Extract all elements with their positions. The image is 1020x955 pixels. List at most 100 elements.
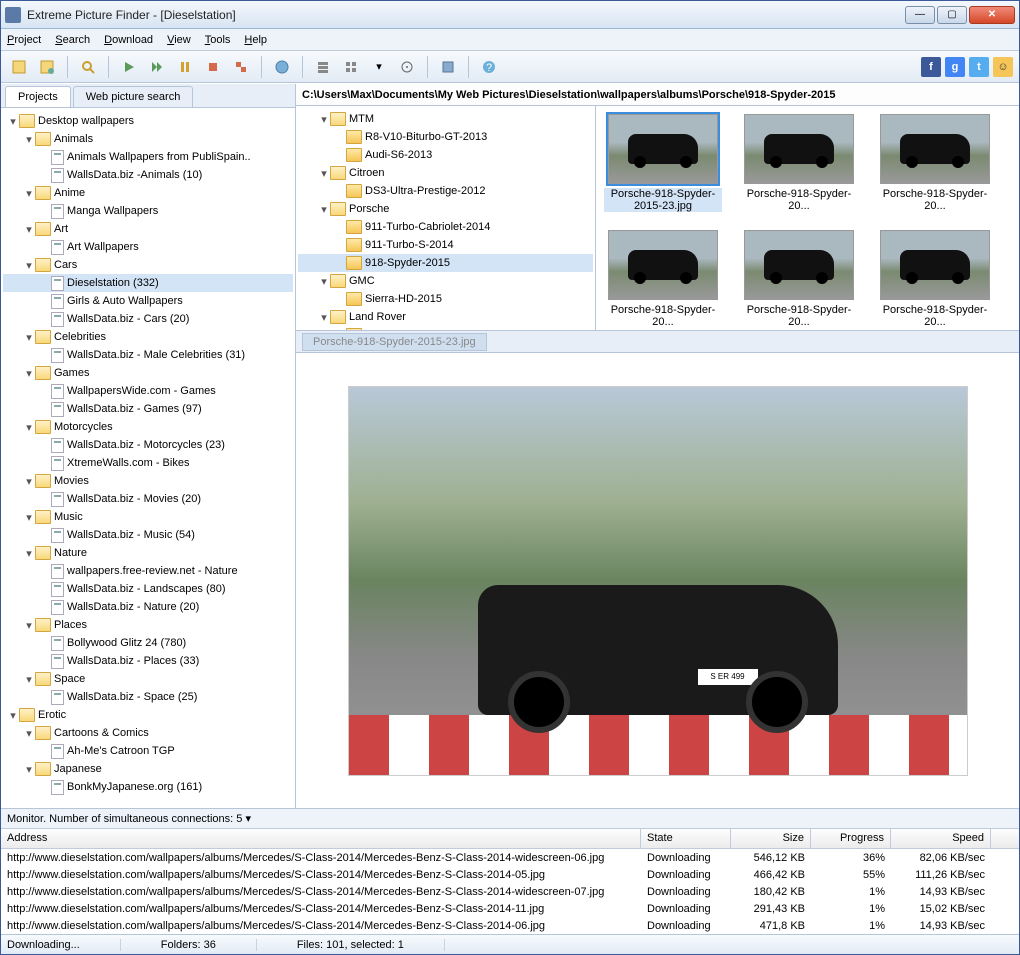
view-thumbs-button[interactable] bbox=[339, 55, 363, 79]
thumbnail[interactable]: Porsche-918-Spyder-20... bbox=[876, 230, 994, 328]
tree-item[interactable]: WallsData.biz - Cars (20) bbox=[3, 310, 293, 328]
tree-item[interactable]: WallsData.biz - Nature (20) bbox=[3, 598, 293, 616]
menu-project[interactable]: Project bbox=[7, 34, 41, 46]
thumbnail[interactable]: Porsche-918-Spyder-20... bbox=[740, 230, 858, 328]
tree-item[interactable]: ▾Motorcycles bbox=[3, 418, 293, 436]
tree-item[interactable]: DS3-Ultra-Prestige-2012 bbox=[298, 182, 593, 200]
menu-tools[interactable]: Tools bbox=[205, 34, 231, 46]
tree-item[interactable]: ▾Desktop wallpapers bbox=[3, 112, 293, 130]
tree-item[interactable]: ▾Erotic bbox=[3, 706, 293, 724]
tree-item[interactable]: Animals Wallpapers from PubliSpain.. bbox=[3, 148, 293, 166]
monitor-header[interactable]: Monitor. Number of simultaneous connecti… bbox=[1, 809, 1019, 829]
edit-project-button[interactable] bbox=[35, 55, 59, 79]
tree-item[interactable]: WallsData.biz - Movies (20) bbox=[3, 490, 293, 508]
twitter-icon[interactable]: t bbox=[969, 57, 989, 77]
tree-item[interactable]: 911-Turbo-S-2014 bbox=[298, 236, 593, 254]
play-button[interactable] bbox=[117, 55, 141, 79]
tree-item[interactable]: Bollywood Glitz 24 (780) bbox=[3, 634, 293, 652]
thumbnail[interactable]: Porsche-918-Spyder-20... bbox=[876, 114, 994, 212]
tree-item[interactable]: ▾Nature bbox=[3, 544, 293, 562]
tree-item[interactable]: BonkMyJapanese.org (161) bbox=[3, 778, 293, 796]
download-row[interactable]: http://www.dieselstation.com/wallpapers/… bbox=[1, 883, 1019, 900]
tree-item[interactable]: 918-Spyder-2015 bbox=[298, 254, 593, 272]
folder-tree[interactable]: ▾MTMR8-V10-Biturbo-GT-2013Audi-S6-2013▾C… bbox=[296, 106, 596, 330]
tree-item[interactable]: Dieselstation (332) bbox=[3, 274, 293, 292]
new-project-button[interactable] bbox=[7, 55, 31, 79]
tree-item[interactable]: ▾MTM bbox=[298, 110, 593, 128]
tree-item[interactable]: R8-V10-Biturbo-GT-2013 bbox=[298, 128, 593, 146]
tree-item[interactable]: Range-Rover-Hybrid-2015 bbox=[298, 326, 593, 330]
tree-item[interactable]: ▾Celebrities bbox=[3, 328, 293, 346]
col-size[interactable]: Size bbox=[731, 829, 811, 848]
thumbnail[interactable]: Porsche-918-Spyder-20... bbox=[740, 114, 858, 212]
tree-item[interactable]: Ah-Me's Catroon TGP bbox=[3, 742, 293, 760]
tree-item[interactable]: WallsData.biz - Space (25) bbox=[3, 688, 293, 706]
tree-item[interactable]: ▾Cartoons & Comics bbox=[3, 724, 293, 742]
close-button[interactable]: ✕ bbox=[969, 6, 1015, 24]
tree-item[interactable]: ▾Land Rover bbox=[298, 308, 593, 326]
menu-help[interactable]: Help bbox=[244, 34, 267, 46]
tab-web-search[interactable]: Web picture search bbox=[73, 86, 194, 107]
tree-item[interactable]: ▾Places bbox=[3, 616, 293, 634]
tree-item[interactable]: WallsData.biz - Landscapes (80) bbox=[3, 580, 293, 598]
tree-item[interactable]: ▾Games bbox=[3, 364, 293, 382]
menu-view[interactable]: View bbox=[167, 34, 191, 46]
tree-item[interactable]: ▾Cars bbox=[3, 256, 293, 274]
download-row[interactable]: http://www.dieselstation.com/wallpapers/… bbox=[1, 849, 1019, 866]
tree-item[interactable]: ▾Space bbox=[3, 670, 293, 688]
download-row[interactable]: http://www.dieselstation.com/wallpapers/… bbox=[1, 866, 1019, 883]
tree-item[interactable]: WallsData.biz - Male Celebrities (31) bbox=[3, 346, 293, 364]
tree-item[interactable]: ▾Citroen bbox=[298, 164, 593, 182]
tree-item[interactable]: Sierra-HD-2015 bbox=[298, 290, 593, 308]
tree-item[interactable]: Girls & Auto Wallpapers bbox=[3, 292, 293, 310]
tree-item[interactable]: WallsData.biz - Music (54) bbox=[3, 526, 293, 544]
menu-search[interactable]: Search bbox=[55, 34, 90, 46]
tree-item[interactable]: Manga Wallpapers bbox=[3, 202, 293, 220]
thumbnail[interactable]: Porsche-918-Spyder-2015-23.jpg bbox=[604, 114, 722, 212]
tab-projects[interactable]: Projects bbox=[5, 86, 71, 107]
play-all-button[interactable] bbox=[145, 55, 169, 79]
pause-button[interactable] bbox=[173, 55, 197, 79]
tree-item[interactable]: ▾Anime bbox=[3, 184, 293, 202]
preview-file-tab[interactable]: Porsche-918-Spyder-2015-23.jpg bbox=[302, 333, 487, 351]
minimize-button[interactable]: — bbox=[905, 6, 935, 24]
donate-icon[interactable]: ☺ bbox=[993, 57, 1013, 77]
browser-button[interactable] bbox=[270, 55, 294, 79]
stop-button[interactable] bbox=[201, 55, 225, 79]
tree-item[interactable]: ▾GMC bbox=[298, 272, 593, 290]
tree-item[interactable]: WallsData.biz - Places (33) bbox=[3, 652, 293, 670]
tree-item[interactable]: ▾Animals bbox=[3, 130, 293, 148]
tree-item[interactable]: ▾Art bbox=[3, 220, 293, 238]
tree-item[interactable]: WallsData.biz -Animals (10) bbox=[3, 166, 293, 184]
tree-item[interactable]: ▾Porsche bbox=[298, 200, 593, 218]
tree-item[interactable]: WallsData.biz - Games (97) bbox=[3, 400, 293, 418]
settings-button[interactable] bbox=[436, 55, 460, 79]
tree-item[interactable]: ▾Music bbox=[3, 508, 293, 526]
tree-item[interactable]: WallpapersWide.com - Games bbox=[3, 382, 293, 400]
thumbnail[interactable]: Porsche-918-Spyder-20... bbox=[604, 230, 722, 328]
col-state[interactable]: State bbox=[641, 829, 731, 848]
menu-download[interactable]: Download bbox=[104, 34, 153, 46]
search-button[interactable] bbox=[76, 55, 100, 79]
view-list-button[interactable] bbox=[311, 55, 335, 79]
tree-item[interactable]: ▾Movies bbox=[3, 472, 293, 490]
tree-item[interactable]: wallpapers.free-review.net - Nature bbox=[3, 562, 293, 580]
tree-item[interactable]: 911-Turbo-Cabriolet-2014 bbox=[298, 218, 593, 236]
tree-item[interactable]: ▾Japanese bbox=[3, 760, 293, 778]
col-speed[interactable]: Speed bbox=[891, 829, 991, 848]
target-button[interactable] bbox=[395, 55, 419, 79]
project-tree[interactable]: ▾Desktop wallpapers▾AnimalsAnimals Wallp… bbox=[1, 108, 295, 800]
help-button[interactable]: ? bbox=[477, 55, 501, 79]
maximize-button[interactable]: ▢ bbox=[937, 6, 967, 24]
tree-item[interactable]: Audi-S6-2013 bbox=[298, 146, 593, 164]
col-progress[interactable]: Progress bbox=[811, 829, 891, 848]
tree-item[interactable]: WallsData.biz - Motorcycles (23) bbox=[3, 436, 293, 454]
col-address[interactable]: Address bbox=[1, 829, 641, 848]
view-dropdown-button[interactable]: ▾ bbox=[367, 55, 391, 79]
download-row[interactable]: http://www.dieselstation.com/wallpapers/… bbox=[1, 917, 1019, 934]
facebook-icon[interactable]: f bbox=[921, 57, 941, 77]
download-row[interactable]: http://www.dieselstation.com/wallpapers/… bbox=[1, 900, 1019, 917]
tree-item[interactable]: XtremeWalls.com - Bikes bbox=[3, 454, 293, 472]
stop-all-button[interactable] bbox=[229, 55, 253, 79]
thumbnail-grid[interactable]: Porsche-918-Spyder-2015-23.jpgPorsche-91… bbox=[596, 106, 1019, 330]
